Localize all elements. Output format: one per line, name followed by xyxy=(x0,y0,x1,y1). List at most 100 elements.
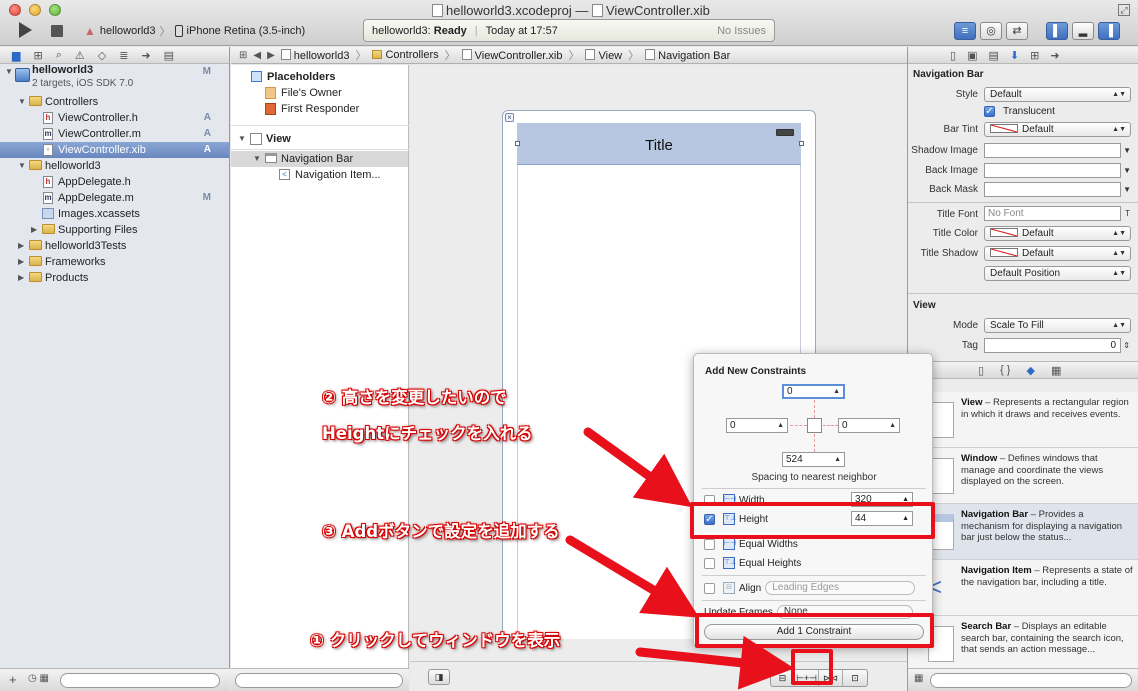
symbol-navigator-tab-icon[interactable]: ⊞ xyxy=(33,49,42,62)
resize-handle[interactable] xyxy=(515,141,520,146)
file-template-tab-icon[interactable]: ▯ xyxy=(978,364,984,377)
tree-item[interactable]: h AppDelegate.h xyxy=(0,174,229,190)
shadow-offset-select[interactable]: Default Position ▲▼ xyxy=(984,266,1131,281)
object-library-tab-icon[interactable]: ◆ xyxy=(1026,364,1034,377)
outline-item[interactable]: < Navigation Item... xyxy=(231,167,408,183)
disclosure-open-icon[interactable]: ▼ xyxy=(18,158,26,174)
breakpoint-navigator-tab-icon[interactable]: ➜ xyxy=(141,49,150,62)
search-navigator-tab-icon[interactable]: ⌕ xyxy=(56,49,62,62)
outline-item[interactable]: File's Owner xyxy=(231,85,408,101)
project-row[interactable]: ▼ helloworld3 2 targets, iOS SDK 7.0 M xyxy=(0,64,229,94)
connections-inspector-tab-icon[interactable]: ➜ xyxy=(1050,49,1059,62)
outline-view-header[interactable]: ▼ View xyxy=(231,131,408,147)
dropdown-arrow-icon[interactable]: ▼ xyxy=(1123,164,1131,177)
library-item-window[interactable]: Window – Defines windows that manage and… xyxy=(908,448,1138,504)
tree-item[interactable]: m AppDelegate.m M xyxy=(0,190,229,206)
resizing-behavior-icon[interactable]: ⊡ xyxy=(843,670,867,686)
library-item-search-bar[interactable]: Search Bar – Displays an editable search… xyxy=(908,616,1138,672)
debug-navigator-tab-icon[interactable]: ≣ xyxy=(119,49,128,62)
tree-item[interactable]: h ViewController.h A xyxy=(0,110,229,126)
align-checkbox[interactable] xyxy=(704,582,715,594)
disclosure-closed-icon[interactable]: ▶ xyxy=(18,238,24,254)
project-navigator-tab-icon[interactable]: ▆ xyxy=(12,49,20,62)
tree-item[interactable]: ▶ helloworld3Tests xyxy=(0,238,229,254)
forward-arrow-icon[interactable]: ▶ xyxy=(267,50,275,61)
back-arrow-icon[interactable]: ◀ xyxy=(253,50,261,61)
right-pin-line[interactable] xyxy=(823,425,838,426)
jumpbar-controllers[interactable]: Controllers xyxy=(372,49,439,61)
title-shadow-select[interactable]: Default ▲▼ xyxy=(984,246,1131,261)
dropdown-arrow-icon[interactable]: ▲ xyxy=(777,419,784,432)
outline-item[interactable]: First Responder xyxy=(231,101,408,117)
document-outline-toggle-icon[interactable]: ◨ xyxy=(428,669,450,685)
disclosure-open-icon[interactable]: ▼ xyxy=(5,64,13,80)
tree-item-selected[interactable]: ▫ ViewController.xib A xyxy=(0,142,229,158)
disclosure-open-icon[interactable]: ▼ xyxy=(253,151,261,167)
attributes-inspector-tab-icon[interactable]: ⬇ xyxy=(1010,49,1019,62)
assistant-editor-icon[interactable]: ◎ xyxy=(980,22,1002,40)
quick-help-tab-icon[interactable]: ▣ xyxy=(967,49,977,62)
identity-inspector-tab-icon[interactable]: ▤ xyxy=(988,49,998,62)
outline-filter-input[interactable] xyxy=(235,673,403,688)
test-navigator-tab-icon[interactable]: ◇ xyxy=(98,49,106,62)
top-spacing-field[interactable]: 0 ▲ xyxy=(782,384,845,399)
left-pin-line[interactable] xyxy=(790,425,807,426)
navigator-toggle-icon[interactable]: ▌ xyxy=(1046,22,1068,40)
disclosure-open-icon[interactable]: ▼ xyxy=(18,94,26,110)
issue-navigator-tab-icon[interactable]: ⚠ xyxy=(75,49,85,62)
dropdown-arrow-icon[interactable]: ▲ xyxy=(834,453,841,466)
file-inspector-tab-icon[interactable]: ▯ xyxy=(950,49,956,62)
tree-item[interactable]: ▶ Frameworks xyxy=(0,254,229,270)
back-mask-field[interactable]: ▼ xyxy=(984,182,1131,197)
close-window-button[interactable] xyxy=(9,4,21,16)
right-spacing-field[interactable]: 0 ▲ xyxy=(838,418,900,433)
back-image-field[interactable]: ▼ xyxy=(984,163,1131,178)
bar-tint-select[interactable]: Default ▲▼ xyxy=(984,122,1131,137)
disclosure-closed-icon[interactable]: ▶ xyxy=(31,222,37,238)
jumpbar-view[interactable]: View xyxy=(585,48,622,62)
tree-item[interactable]: Images.xcassets xyxy=(0,206,229,222)
minimize-window-button[interactable] xyxy=(29,4,41,16)
zoom-window-button[interactable] xyxy=(49,4,61,16)
library-item-navigation-bar[interactable]: Navigation Bar – Provides a mechanism fo… xyxy=(908,504,1138,560)
title-color-select[interactable]: Default ▲▼ xyxy=(984,226,1131,241)
title-font-field[interactable]: No Font T xyxy=(984,206,1130,221)
style-select[interactable]: Default ▲▼ xyxy=(984,87,1131,102)
equal-heights-checkbox[interactable] xyxy=(704,557,715,569)
navigator-filter-input[interactable] xyxy=(60,673,220,688)
font-picker-icon[interactable]: T xyxy=(1125,207,1130,220)
content-mode-select[interactable]: Scale To Fill ▲▼ xyxy=(984,318,1131,333)
grid-view-icon[interactable]: ▦ xyxy=(914,673,923,684)
library-item-navigation-item[interactable]: < Navigation Item – Represents a state o… xyxy=(908,560,1138,616)
scheme-selector[interactable]: ▲ helloworld3 〉 iPhone Retina (3.5-inch) xyxy=(84,22,305,40)
stop-button[interactable] xyxy=(51,25,63,37)
tree-item[interactable]: ▶ Products xyxy=(0,270,229,286)
code-snippet-tab-icon[interactable]: { } xyxy=(1000,364,1010,376)
navigation-bar[interactable]: Title xyxy=(517,123,801,165)
tree-item[interactable]: ▼ Controllers xyxy=(0,94,229,110)
disclosure-open-icon[interactable]: ▼ xyxy=(238,131,246,147)
dropdown-arrow-icon[interactable]: ▼ xyxy=(1123,183,1131,196)
shadow-image-field[interactable]: ▼ xyxy=(984,143,1131,158)
version-editor-icon[interactable]: ⇄ xyxy=(1006,22,1028,40)
fullscreen-icon[interactable]: ⤢ xyxy=(1118,4,1130,16)
left-spacing-field[interactable]: 0 ▲ xyxy=(726,418,788,433)
add-file-icon[interactable]: + xyxy=(9,672,17,687)
jumpbar-file[interactable]: ViewController.xib xyxy=(461,48,562,62)
outline-placeholders-header[interactable]: Placeholders xyxy=(231,69,408,85)
dropdown-arrow-icon[interactable]: ▲ xyxy=(833,386,840,397)
recent-files-icon[interactable]: ◷ ▦ xyxy=(28,673,49,684)
outline-item-selected[interactable]: ▼ Navigation Bar xyxy=(231,151,408,167)
size-inspector-tab-icon[interactable]: ⊞ xyxy=(1030,49,1039,62)
tree-item[interactable]: m ViewController.m A xyxy=(0,126,229,142)
translucent-checkbox[interactable]: ✓ Translucent xyxy=(984,106,1055,117)
standard-editor-icon[interactable]: ≡ xyxy=(954,22,976,40)
debug-area-toggle-icon[interactable]: ▂ xyxy=(1072,22,1094,40)
disclosure-closed-icon[interactable]: ▶ xyxy=(18,270,24,286)
library-filter-input[interactable] xyxy=(930,673,1132,688)
dropdown-arrow-icon[interactable]: ▲ xyxy=(889,419,896,432)
equal-widths-checkbox[interactable] xyxy=(704,538,715,550)
align-row[interactable]: ⊟ Align Leading Edges xyxy=(704,580,916,596)
run-button[interactable] xyxy=(19,22,32,38)
utilities-toggle-icon[interactable]: ▐ xyxy=(1098,22,1120,40)
